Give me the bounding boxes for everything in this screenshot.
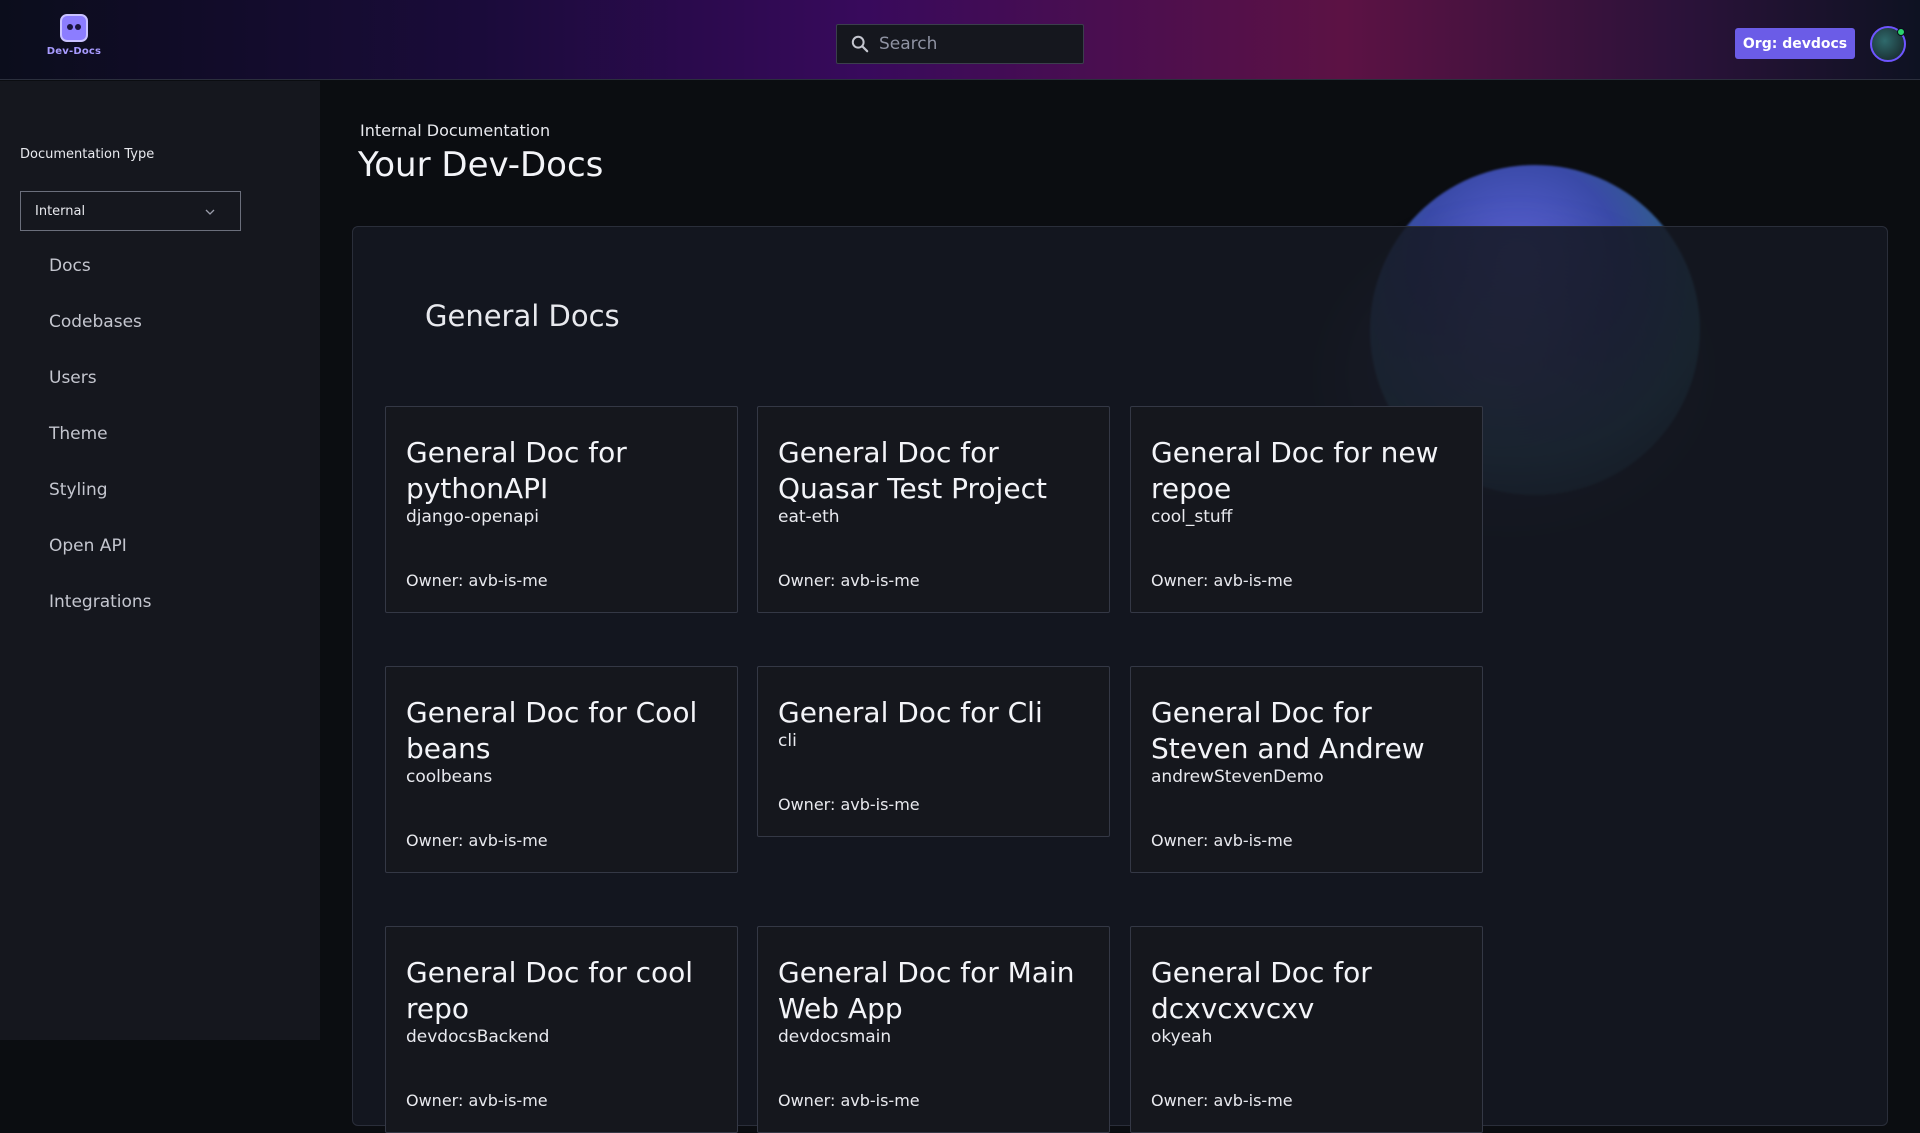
doc-card-title: General Doc for Steven and Andrew: [1151, 696, 1425, 765]
top-header: Dev-Docs Search Org: devdocs: [0, 0, 1920, 80]
doc-card-repo: cli: [778, 731, 797, 751]
doc-card-title: General Doc for dcxvcxvcxv: [1151, 956, 1372, 1025]
doc-card[interactable]: General Doc for Cli cli Owner: avb-is-me: [757, 666, 1110, 837]
doc-card-repo: andrewStevenDemo: [1151, 767, 1324, 787]
doc-card-owner: Owner: avb-is-me: [778, 1091, 920, 1110]
doc-card-repo: django-openapi: [406, 507, 540, 527]
doc-card-title: General Doc for Cli: [778, 696, 1043, 729]
search-input[interactable]: Search: [836, 24, 1084, 64]
documentation-type-select[interactable]: Internal: [20, 191, 241, 231]
sidebar-item-open-api[interactable]: Open API: [49, 532, 152, 588]
doc-card-owner: Owner: avb-is-me: [406, 1091, 548, 1110]
doc-card-owner: Owner: avb-is-me: [1151, 571, 1293, 590]
doc-card-title: General Doc for Main Web App: [778, 956, 1075, 1025]
sidebar-item-styling[interactable]: Styling: [49, 476, 152, 532]
doc-card-repo: eat-eth: [778, 507, 840, 527]
sidebar-item-codebases[interactable]: Codebases: [49, 308, 152, 364]
sidebar-item-theme[interactable]: Theme: [49, 420, 152, 476]
doc-card[interactable]: General Doc for Main Web App devdocsmain…: [757, 926, 1110, 1133]
sidebar-item-docs[interactable]: Docs: [49, 252, 152, 308]
sidebar-nav: Docs Codebases Users Theme Styling Open …: [49, 252, 152, 644]
sidebar: Documentation Type Internal Docs Codebas…: [0, 81, 320, 1040]
doc-card[interactable]: General Doc for new repoe cool_stuff Own…: [1130, 406, 1483, 613]
sidebar-item-users[interactable]: Users: [49, 364, 152, 420]
logo-text: Dev-Docs: [46, 46, 102, 57]
doc-card-title: General Doc for new repoe: [1151, 436, 1439, 505]
doc-card-repo: okyeah: [1151, 1027, 1213, 1047]
robot-logo-icon: [60, 14, 88, 42]
doc-card-title: General Doc for cool repo: [406, 956, 694, 1025]
page-subtitle: Internal Documentation: [360, 121, 551, 140]
doc-card-owner: Owner: avb-is-me: [778, 571, 920, 590]
doc-card-title: General Doc for pythonAPI: [406, 436, 627, 505]
doc-card[interactable]: General Doc for cool repo devdocsBackend…: [385, 926, 738, 1133]
doc-card-owner: Owner: avb-is-me: [1151, 831, 1293, 850]
chevron-down-icon: [205, 209, 215, 215]
doc-card[interactable]: General Doc for Cool beans coolbeans Own…: [385, 666, 738, 873]
select-value: Internal: [35, 203, 86, 219]
doc-card-repo: cool_stuff: [1151, 507, 1233, 527]
page-title: Your Dev-Docs: [358, 145, 604, 185]
app-logo[interactable]: Dev-Docs: [44, 14, 104, 66]
doc-card-repo: coolbeans: [406, 767, 493, 787]
doc-card-owner: Owner: avb-is-me: [778, 795, 920, 814]
sidebar-item-integrations[interactable]: Integrations: [49, 588, 152, 644]
doc-card-owner: Owner: avb-is-me: [406, 571, 548, 590]
doc-card-owner: Owner: avb-is-me: [1151, 1091, 1293, 1110]
doc-card-title: General Doc for Quasar Test Project: [778, 436, 1047, 505]
doc-card-title: General Doc for Cool beans: [406, 696, 698, 765]
search-icon: [851, 35, 869, 53]
org-switch-button[interactable]: Org: devdocs: [1735, 28, 1855, 59]
doc-card-repo: devdocsmain: [778, 1027, 892, 1047]
online-status-icon: [1897, 28, 1905, 36]
doc-card-repo: devdocsBackend: [406, 1027, 550, 1047]
doc-card[interactable]: General Doc for pythonAPI django-openapi…: [385, 406, 738, 613]
general-docs-panel: General Docs General Doc for pythonAPI d…: [352, 226, 1888, 1133]
section-title: General Docs: [425, 299, 620, 333]
search-placeholder: Search: [879, 34, 938, 54]
doc-card[interactable]: General Doc for dcxvcxvcxv okyeah Owner:…: [1130, 926, 1483, 1133]
doc-card[interactable]: General Doc for Steven and Andrew andrew…: [1130, 666, 1483, 873]
doc-card[interactable]: General Doc for Quasar Test Project eat-…: [757, 406, 1110, 613]
doc-card-owner: Owner: avb-is-me: [406, 831, 548, 850]
user-avatar[interactable]: [1870, 26, 1906, 62]
documentation-type-label: Documentation Type: [20, 147, 155, 162]
